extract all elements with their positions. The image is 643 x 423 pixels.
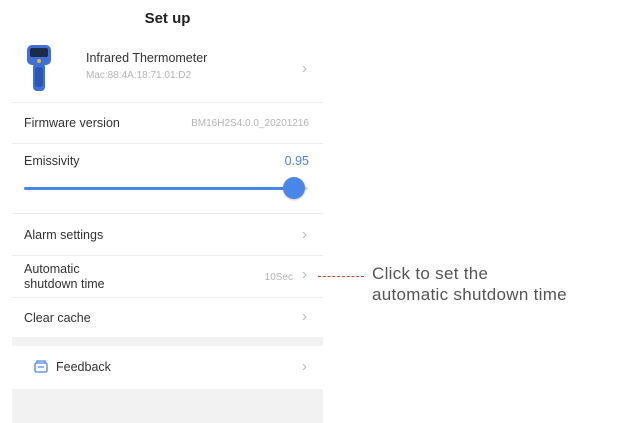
settings-screen: Set up Infrared Thermometer Mac:88:4A:18…	[12, 0, 323, 423]
device-row[interactable]: Infrared Thermometer Mac:88:4A:18:71:01:…	[12, 42, 323, 98]
emissivity-value: 0.95	[284, 154, 309, 168]
chevron-right-icon: ›	[302, 308, 307, 325]
chevron-right-icon: ›	[302, 60, 307, 77]
firmware-label: Firmware version	[24, 116, 120, 130]
bottom-area	[12, 389, 323, 423]
device-name: Infrared Thermometer	[86, 51, 208, 65]
callout-line2: automatic shutdown time	[372, 285, 567, 304]
callout-line1: Click to set the	[372, 264, 489, 283]
emissivity-slider-thumb[interactable]	[282, 177, 305, 199]
firmware-value: BM16H2S4.0.0_20201216	[191, 118, 309, 129]
emissivity-slider-fill	[24, 187, 294, 190]
divider	[12, 143, 323, 144]
section-gap	[12, 337, 323, 346]
device-mac: Mac:88:4A:18:71:01:D2	[86, 70, 192, 81]
emissivity-slider[interactable]	[24, 177, 308, 199]
callout-line	[318, 276, 364, 277]
auto-shutdown-label-line2: shutdown time	[24, 277, 105, 291]
alarm-settings-label: Alarm settings	[24, 228, 104, 242]
feedback-icon	[34, 360, 48, 373]
clear-cache-label: Clear cache	[24, 311, 91, 325]
feedback-label: Feedback	[56, 360, 111, 374]
divider	[12, 297, 323, 298]
emissivity-label: Emissivity	[24, 154, 80, 168]
divider	[12, 213, 323, 214]
auto-shutdown-value: 10Sec	[264, 272, 293, 283]
auto-shutdown-label-line1: Automatic	[24, 262, 80, 276]
chevron-right-icon: ›	[302, 226, 307, 243]
callout-text: Click to set the automatic shutdown time	[372, 263, 567, 305]
page-title: Set up	[144, 10, 191, 27]
infrared-thermometer-icon	[27, 45, 51, 91]
chevron-right-icon: ›	[302, 358, 307, 375]
divider	[12, 255, 323, 256]
divider	[12, 102, 323, 103]
chevron-right-icon: ›	[302, 266, 307, 283]
